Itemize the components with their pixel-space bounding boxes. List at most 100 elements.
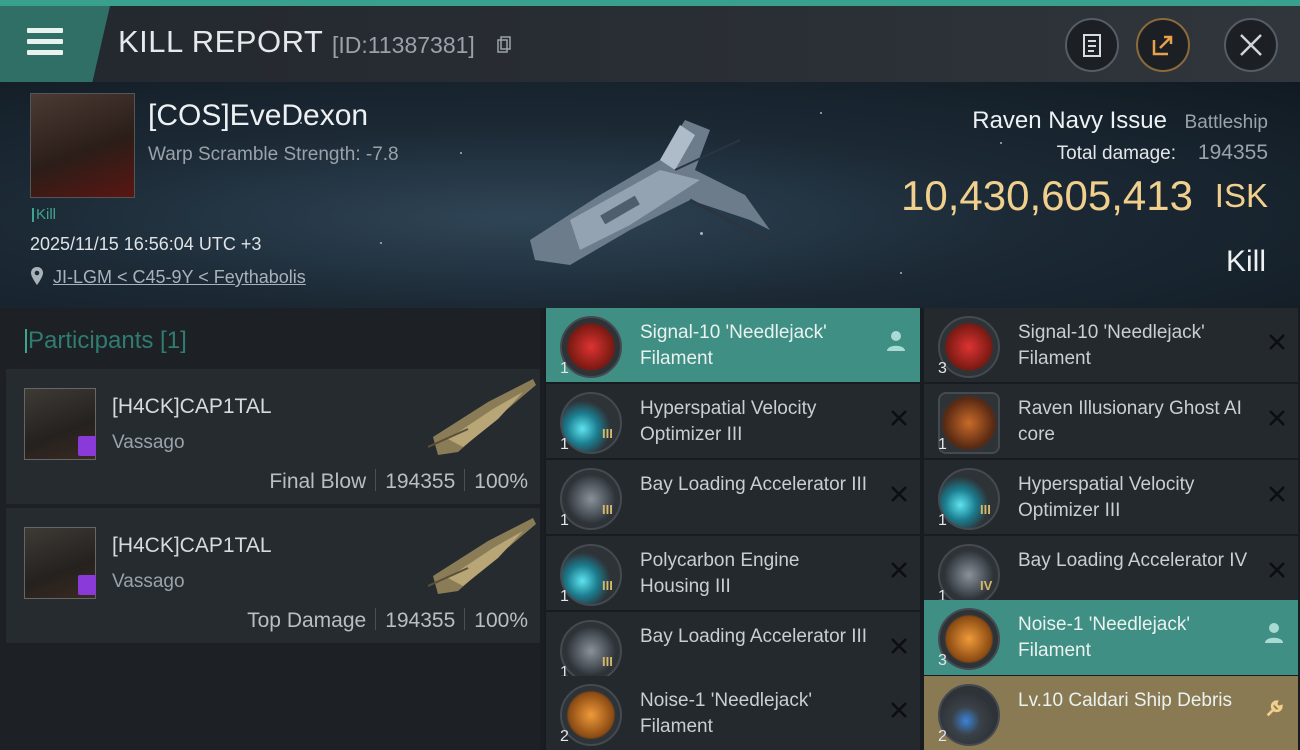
close-icon[interactable] (890, 409, 908, 427)
kill-tag: Kill (31, 206, 57, 223)
participants-title: Participants [1] (25, 327, 187, 354)
kill-datetime: 2025/11/15 16:56:04 UTC +3 (30, 234, 262, 254)
item-card[interactable]: IV 1 Bay Loading Accelerator IV (924, 536, 1298, 610)
kill-id: [ID:11387381] (332, 32, 475, 58)
launcher-rig-icon (560, 620, 622, 682)
item-quantity: 1 (560, 512, 569, 529)
participant-ship-image (428, 379, 536, 455)
item-tier: III (980, 502, 991, 517)
item-name: Bay Loading Accelerator IV (1018, 550, 1248, 571)
item-card[interactable]: III 1 Hyperspatial Velocity Optimizer II… (546, 384, 920, 458)
participant-stats: Top Damage 194355 100% (247, 608, 528, 633)
share-button[interactable] (1136, 18, 1190, 72)
clipboard-button[interactable] (1065, 18, 1119, 72)
filament-orange-icon (560, 684, 622, 746)
item-name: Raven Illusionary Ghost AI core (1018, 398, 1242, 445)
participant-badge-icon (78, 575, 96, 595)
item-tier: III (602, 654, 613, 669)
item-card[interactable]: III 1 Bay Loading Accelerator III (546, 460, 920, 534)
item-name: Noise-1 'Needlejack' Filament (640, 690, 813, 737)
participant-ship-image (428, 518, 536, 594)
share-icon (1152, 35, 1173, 56)
item-tier: III (602, 426, 613, 441)
item-name: Bay Loading Accelerator III (640, 626, 868, 647)
total-damage-value: 194355 (1197, 141, 1268, 164)
item-card[interactable]: III 1 Hyperspatial Velocity Optimizer II… (924, 460, 1298, 534)
item-tier: III (602, 502, 613, 517)
item-tier: IV (980, 578, 993, 593)
kill-result: Kill (1225, 245, 1266, 278)
participant-role: Top Damage (247, 609, 367, 632)
rig-cyan-icon (938, 468, 1000, 530)
close-icon[interactable] (1268, 561, 1286, 579)
close-icon[interactable] (1268, 409, 1286, 427)
close-icon[interactable] (890, 561, 908, 579)
participant-role: Final Blow (269, 470, 367, 493)
item-card[interactable]: 2 Noise-1 'Needlejack' Filament (546, 676, 920, 750)
item-name: Bay Loading Accelerator III (640, 474, 868, 495)
filament-orange-icon (938, 608, 1000, 670)
ship-name: Raven Navy Issue (972, 107, 1167, 134)
item-name: Signal-10 'Needlejack' Filament (640, 322, 827, 369)
participant-card[interactable]: [H4CK]CAP1TAL Vassago Final Blow 194355 10… (6, 369, 540, 504)
close-icon[interactable] (890, 637, 908, 655)
rig-cyan-icon (560, 544, 622, 606)
warp-scramble-strength: Warp Scramble Strength: -7.8 (148, 144, 399, 165)
item-quantity: 2 (560, 728, 569, 745)
item-card[interactable]: 3 Signal-10 'Needlejack' Filament (924, 308, 1298, 382)
person-icon[interactable] (1264, 622, 1284, 644)
participant-ship: Vassago (112, 571, 185, 592)
close-icon[interactable] (890, 485, 908, 503)
person-icon[interactable] (886, 330, 906, 352)
participant-name: [H4CK]CAP1TAL (112, 534, 272, 557)
participant-ship: Vassago (112, 432, 185, 453)
item-quantity: 2 (938, 728, 947, 745)
item-quantity: 3 (938, 360, 947, 377)
close-button[interactable] (1224, 18, 1278, 72)
item-quantity: 1 (560, 436, 569, 453)
item-card[interactable]: 3 Noise-1 'Needlejack' Filament (924, 600, 1298, 675)
page-title: KILL REPORT (118, 24, 324, 59)
item-card[interactable]: 2 Lv.10 Caldari Ship Debris (924, 676, 1298, 750)
item-quantity: 1 (938, 436, 947, 453)
item-name: Polycarbon Engine Housing III (640, 550, 800, 597)
rig-cyan-icon (560, 392, 622, 454)
item-card[interactable]: 1 Signal-10 'Needlejack' Filament (546, 308, 920, 382)
participant-card[interactable]: [H4CK]CAP1TAL Vassago Top Damage 194355 10… (6, 508, 540, 643)
item-quantity: 1 (938, 512, 947, 529)
wrench-icon[interactable] (1264, 698, 1284, 720)
close-icon[interactable] (1268, 485, 1286, 503)
item-quantity: 1 (560, 588, 569, 605)
ship-class: Battleship (1184, 112, 1268, 133)
victim-ship-image (530, 120, 776, 265)
close-icon[interactable] (890, 701, 908, 719)
item-name: Noise-1 'Needlejack' Filament (1018, 614, 1191, 661)
close-icon (1240, 34, 1262, 56)
filament-red-icon (560, 316, 622, 378)
item-name: Hyperspatial Velocity Optimizer III (640, 398, 817, 445)
item-quantity: 3 (938, 652, 947, 669)
isk-value: 10,430,605,413 (901, 172, 1193, 219)
ai-core-icon (938, 392, 1000, 454)
item-name: Lv.10 Caldari Ship Debris (1018, 690, 1233, 711)
clipboard-icon (1083, 34, 1101, 57)
item-quantity: 1 (560, 360, 569, 377)
menu-button[interactable] (0, 6, 110, 82)
location-pin-icon (31, 267, 43, 285)
item-card[interactable]: III 1 Polycarbon Engine Housing III (546, 536, 920, 610)
item-tier: III (602, 578, 613, 593)
participant-damage: 194355 (385, 470, 456, 493)
kill-location-link[interactable]: JI-LGM < C45-9Y < Feythabolis (53, 267, 306, 288)
victim-avatar[interactable] (30, 93, 135, 198)
item-card[interactable]: III 1 Bay Loading Accelerator III (546, 612, 920, 686)
participant-percent: 100% (474, 609, 528, 632)
item-name: Signal-10 'Needlejack' Filament (1018, 322, 1205, 369)
copy-icon[interactable] (497, 36, 511, 54)
participant-percent: 100% (474, 470, 528, 493)
close-icon[interactable] (1268, 333, 1286, 351)
launcher-rig-icon (938, 544, 1000, 606)
launcher-rig-icon (560, 468, 622, 530)
isk-unit: ISK (1214, 177, 1268, 214)
victim-name[interactable]: [COS]EveDexon (148, 99, 368, 133)
item-card[interactable]: 1 Raven Illusionary Ghost AI core (924, 384, 1298, 458)
